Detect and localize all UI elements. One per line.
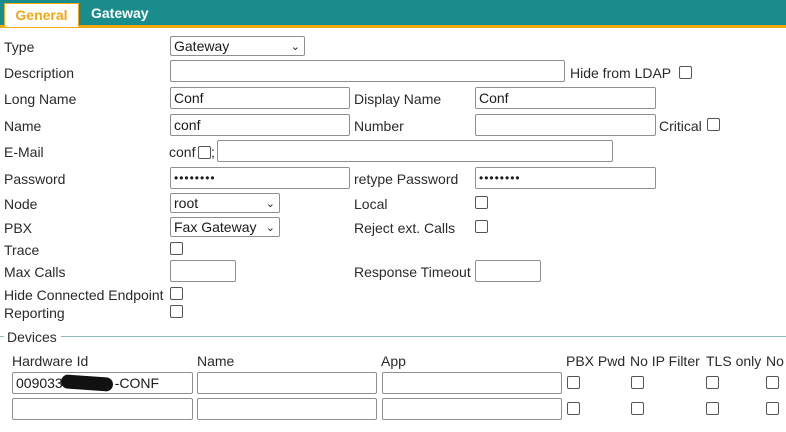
long-name-input[interactable]: [170, 87, 350, 109]
no-ip-filter-checkbox[interactable]: [631, 376, 644, 389]
device-name-input[interactable]: [197, 398, 377, 420]
node-label: Node: [4, 196, 38, 212]
name-input[interactable]: [170, 114, 350, 136]
email-label: E-Mail: [4, 144, 44, 160]
name-label: Name: [4, 118, 42, 134]
email-prefix: conf: [169, 144, 196, 160]
tab-general[interactable]: General: [4, 3, 79, 27]
hide-connected-endpoint-checkbox[interactable]: [170, 287, 183, 300]
col-no: No: [766, 353, 784, 369]
max-calls-label: Max Calls: [4, 264, 66, 280]
number-input[interactable]: [475, 114, 656, 136]
reporting-label: Reporting: [4, 305, 65, 321]
response-timeout-input[interactable]: [475, 260, 541, 282]
password-label: Password: [4, 171, 66, 187]
critical-label: Critical: [659, 118, 702, 134]
email-input[interactable]: [217, 140, 613, 162]
number-label: Number: [354, 118, 404, 134]
local-label: Local: [354, 196, 388, 212]
col-pbx-pwd: PBX Pwd: [566, 353, 626, 369]
reporting-checkbox[interactable]: [170, 305, 183, 318]
devices-border: [61, 336, 786, 337]
trace-label: Trace: [4, 242, 40, 258]
device-app-input[interactable]: [382, 372, 562, 394]
col-tls-only: TLS only: [706, 353, 762, 369]
col-name: Name: [197, 353, 235, 369]
tab-gateway[interactable]: Gateway: [91, 0, 149, 25]
tls-only-checkbox[interactable]: [706, 402, 719, 415]
response-timeout-label: Response Timeout: [354, 264, 471, 280]
hide-from-ldap-label: Hide from LDAP: [570, 65, 672, 81]
device-app-input[interactable]: [382, 398, 562, 420]
devices-border-left: [0, 336, 4, 337]
pbx-select[interactable]: Fax Gateway ⌄: [170, 217, 280, 237]
chevron-down-icon: ⌄: [265, 198, 275, 210]
type-value: Gateway: [174, 38, 230, 54]
type-label: Type: [4, 39, 35, 55]
description-input[interactable]: [170, 60, 565, 82]
node-select[interactable]: root ⌄: [170, 193, 280, 213]
critical-checkbox[interactable]: [707, 118, 720, 131]
hardware-id-suffix: -CONF: [114, 375, 160, 391]
no-checkbox[interactable]: [766, 376, 779, 389]
no-ip-filter-checkbox[interactable]: [631, 402, 644, 415]
display-name-input[interactable]: [475, 87, 656, 109]
hardware-id-input[interactable]: [12, 398, 193, 420]
devices-legend: Devices: [7, 329, 57, 345]
password-input[interactable]: [170, 167, 350, 189]
device-name-input[interactable]: [197, 372, 377, 394]
pbx-label: PBX: [4, 220, 33, 236]
node-value: root: [174, 195, 199, 211]
tls-only-checkbox[interactable]: [706, 376, 719, 389]
type-select[interactable]: Gateway ⌄: [170, 36, 305, 56]
long-name-label: Long Name: [4, 91, 77, 107]
hide-from-ldap-checkbox[interactable]: [679, 66, 692, 79]
pbx-pwd-checkbox[interactable]: [567, 402, 580, 415]
local-checkbox[interactable]: [475, 196, 488, 209]
description-label: Description: [4, 65, 75, 81]
no-checkbox[interactable]: [766, 402, 779, 415]
max-calls-input[interactable]: [170, 260, 236, 282]
email-separator: ;: [211, 144, 215, 160]
display-name-label: Display Name: [354, 91, 442, 107]
col-hardware-id: Hardware Id: [12, 353, 89, 369]
email-checkbox[interactable]: [198, 146, 211, 159]
col-no-ip-filter: No IP Filter: [630, 353, 700, 369]
reject-ext-calls-label: Reject ext. Calls: [354, 220, 456, 236]
hardware-id-value: 009033: [16, 375, 63, 391]
chevron-down-icon: ⌄: [290, 41, 300, 53]
tab-underline: [0, 25, 786, 28]
col-app: App: [381, 353, 406, 369]
retype-password-input[interactable]: [475, 167, 656, 189]
pbx-value: Fax Gateway: [174, 219, 257, 235]
chevron-down-icon: ⌄: [265, 222, 275, 234]
trace-checkbox[interactable]: [170, 242, 183, 255]
hide-connected-endpoint-label: Hide Connected Endpoint: [4, 287, 164, 303]
retype-password-label: retype Password: [354, 171, 459, 187]
pbx-pwd-checkbox[interactable]: [567, 376, 580, 389]
reject-ext-calls-checkbox[interactable]: [475, 220, 488, 233]
